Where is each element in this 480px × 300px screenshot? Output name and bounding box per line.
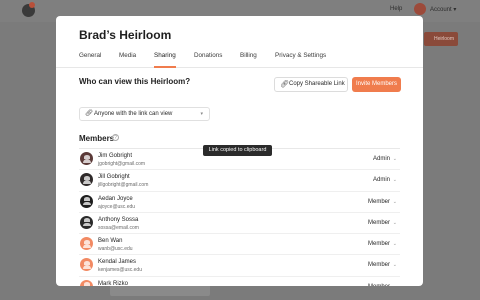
permission-value: Anyone with the link can view [94, 111, 173, 117]
member-name: Jill Gobright [98, 174, 130, 181]
chevron-down-icon[interactable]: ⌄ [393, 220, 397, 226]
member-name: Anthony Sossa [98, 216, 139, 223]
copy-shareable-link-button[interactable]: 🔗︎ Copy Shareable Link [274, 77, 348, 92]
member-role-select[interactable]: Admin [373, 177, 390, 183]
member-name: Jim Gobright [98, 153, 133, 159]
avatar [80, 279, 93, 286]
member-role-select[interactable]: Member [368, 199, 390, 205]
chevron-down-icon[interactable]: ⌄ [393, 156, 397, 162]
tab-media[interactable]: Media [119, 52, 136, 59]
member-name: Aedan Joyce [98, 195, 133, 202]
member-role-select[interactable]: Member [368, 241, 390, 247]
info-icon[interactable]: ? [112, 134, 119, 141]
member-email: jillgobright@gmail.com [98, 182, 149, 189]
account-menu[interactable]: Account ▾ [430, 6, 456, 13]
member-role-select[interactable]: Admin [373, 156, 390, 162]
member-row: Mark Rizkorizko@gmail.comMember⌄ [79, 275, 400, 286]
member-role-select[interactable]: Member [368, 284, 390, 286]
tab-donations[interactable]: Donations [194, 52, 222, 59]
chevron-down-icon[interactable]: ⌄ [393, 262, 397, 268]
link-icon: 🔗︎ [85, 110, 94, 117]
app-logo[interactable] [22, 2, 35, 17]
background-heirloom-button[interactable]: Heirloom [424, 32, 458, 46]
member-row: Kendal James kenjames@usc.edu Member ⌄ [79, 254, 400, 275]
settings-tabs: General Media Sharing Donations Billing … [56, 52, 423, 68]
member-email: jgobright@gmail.com [98, 161, 146, 167]
tab-sharing[interactable]: Sharing [154, 52, 176, 68]
copied-tooltip: Link copied to clipboard [203, 145, 272, 156]
member-row: Aedan Joyce ajoyce@usc.edu Member ⌄ [79, 190, 400, 212]
member-row: Ben Wan wanb@usc.edu Member ⌄ [79, 233, 400, 254]
chevron-down-icon[interactable]: ⌄ [393, 177, 397, 183]
account-label: Account [430, 7, 452, 13]
modal-title: Brad’s Heirloom [79, 28, 172, 42]
member-email: ajoyce@usc.edu [98, 203, 136, 210]
member-row: Anthony Sossa sossa@email.com Member ⌄ [79, 211, 400, 233]
chevron-down-icon[interactable]: ⌄ [393, 284, 397, 286]
member-email: wanb@usc.edu [98, 246, 133, 253]
sharing-question: Who can view this Heirloom? [79, 77, 191, 86]
tab-billing[interactable]: Billing [240, 52, 257, 59]
avatar [80, 258, 93, 272]
account-avatar[interactable] [414, 3, 426, 15]
avatar [80, 194, 93, 208]
chevron-down-icon[interactable]: ⌄ [393, 241, 397, 247]
member-row: Jill Gobright jillgobright@gmail.com Admin… [79, 169, 400, 190]
link-icon: 🔗︎ [280, 81, 289, 88]
invite-members-button[interactable]: Invite Members [352, 77, 401, 92]
chevron-down-icon[interactable]: ⌄ [393, 199, 397, 205]
member-name: Ben Wan [98, 238, 123, 245]
avatar [80, 173, 93, 187]
member-email: kenjames@usc.edu [98, 267, 142, 274]
avatar [80, 237, 93, 251]
members-heading: Members [79, 134, 115, 143]
chevron-down-icon: ▾ [453, 7, 457, 13]
copy-link-label: Copy Shareable Link [289, 81, 345, 87]
member-email: sossa@email.com [98, 224, 139, 231]
help-link[interactable]: Help [390, 6, 402, 12]
member-name: Mark Rizko [98, 280, 129, 286]
avatar [80, 152, 93, 165]
link-permission-select[interactable]: 🔗︎ Anyone with the link can view ▾ [79, 107, 210, 121]
member-role-select[interactable]: Member [368, 262, 390, 268]
chevron-down-icon: ▾ [200, 111, 203, 117]
avatar [80, 215, 93, 229]
member-name: Kendal James [98, 259, 137, 266]
member-list: Jim Gobright jgobright@gmail.com Admin ⌄ Jil… [79, 148, 400, 286]
tab-privacy-settings[interactable]: Privacy & Settings [275, 52, 326, 59]
member-role-select[interactable]: Member [368, 220, 390, 226]
tab-general[interactable]: General [79, 52, 101, 59]
